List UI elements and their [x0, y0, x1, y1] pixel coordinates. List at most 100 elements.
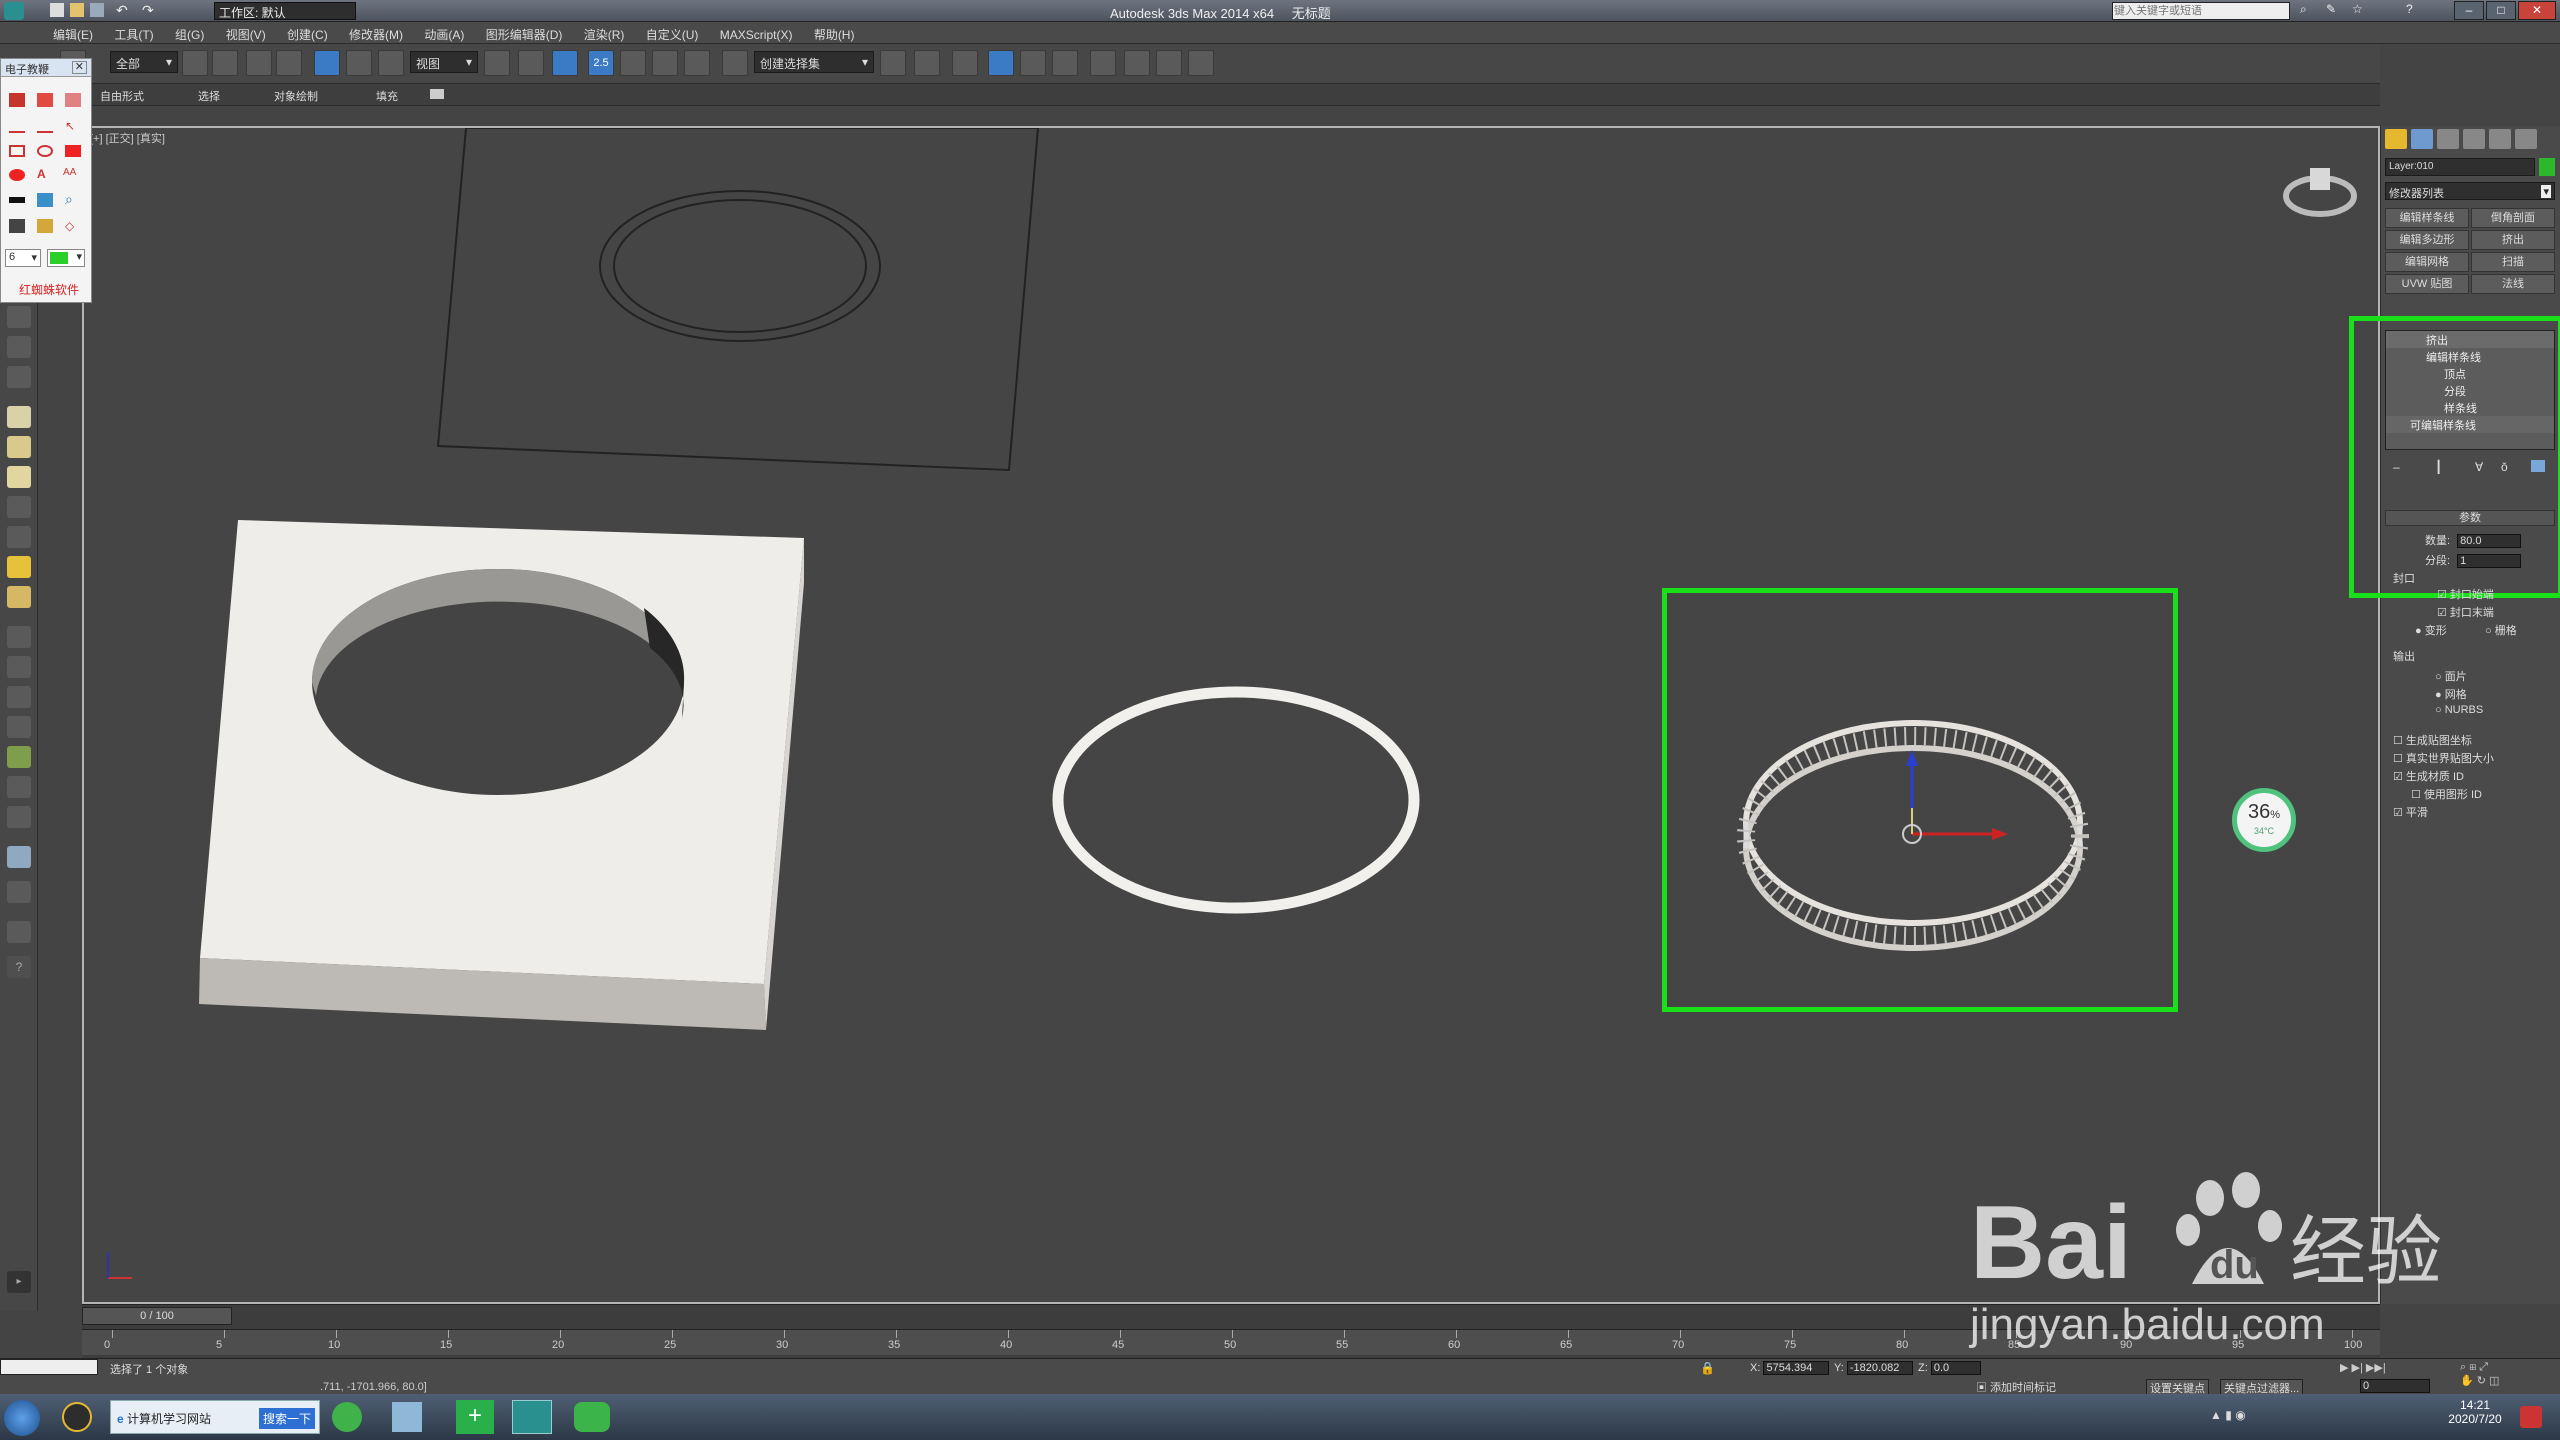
- x-field[interactable]: 5754.394: [1763, 1361, 1830, 1375]
- window-crossing-icon[interactable]: [276, 50, 302, 76]
- output-patch-radio[interactable]: ○ 面片: [2435, 668, 2467, 684]
- schematic-view-icon[interactable]: [1052, 50, 1078, 76]
- notification-icon[interactable]: [2520, 1406, 2542, 1428]
- manipulate-icon[interactable]: [518, 50, 544, 76]
- mod-btn-edit-mesh[interactable]: 编辑网格: [2385, 252, 2469, 272]
- angle-snap-icon[interactable]: [620, 50, 646, 76]
- sphere-icon[interactable]: [7, 436, 31, 458]
- qq-icon[interactable]: [62, 1402, 92, 1432]
- cylinder-icon[interactable]: [7, 496, 31, 518]
- performance-monitor-widget[interactable]: 36% 34°C: [2232, 788, 2296, 852]
- pen-icon[interactable]: [9, 93, 25, 107]
- grid-icon[interactable]: [7, 881, 31, 903]
- ribbon-tab-selection[interactable]: 选择: [198, 88, 220, 104]
- save-icon[interactable]: [9, 219, 25, 233]
- spinner-snap-icon[interactable]: [684, 50, 710, 76]
- morph-radio[interactable]: ● 变形: [2415, 622, 2447, 638]
- mod-btn-edit-poly[interactable]: 编辑多边形: [2385, 230, 2469, 250]
- layer-manager-icon[interactable]: [952, 50, 978, 76]
- ribbon-tab-populate[interactable]: 填充: [376, 88, 398, 104]
- notepad-icon[interactable]: [392, 1402, 422, 1432]
- zoom-icon[interactable]: ⌕: [2460, 1361, 2466, 1373]
- 3dsmax-task-icon[interactable]: [512, 1400, 552, 1434]
- sun-icon[interactable]: [7, 306, 31, 328]
- geosphere-icon[interactable]: [7, 466, 31, 488]
- slash-line-icon[interactable]: [37, 119, 53, 133]
- cap-start-checkbox[interactable]: ☑ 封口始端: [2437, 586, 2494, 602]
- cap-end-checkbox[interactable]: ☑ 封口末端: [2437, 604, 2494, 620]
- hierarchy-tab-icon[interactable]: [2437, 129, 2459, 149]
- thin-ring-object[interactable]: [1052, 686, 1420, 914]
- eraser-icon[interactable]: [65, 93, 81, 107]
- mod-btn-sweep[interactable]: 扫描: [2471, 252, 2555, 272]
- binoculars-icon[interactable]: ⌕: [2300, 2, 2307, 17]
- help-icon[interactable]: ?: [2406, 2, 2413, 16]
- app-logo-icon[interactable]: [4, 2, 24, 20]
- question-icon[interactable]: ?: [7, 956, 31, 978]
- object-name-field[interactable]: Layer:010: [2385, 158, 2535, 176]
- select-object-icon[interactable]: [182, 50, 208, 76]
- expand-arrow-icon[interactable]: ▸: [7, 1271, 31, 1293]
- real-world-checkbox[interactable]: ☐ 真实世界贴图大小: [2393, 750, 2494, 766]
- orbit-icon[interactable]: ↻: [2477, 1375, 2486, 1387]
- maxscript-listener[interactable]: [0, 1359, 98, 1375]
- mod-btn-uvw-map[interactable]: UVW 贴图: [2385, 274, 2469, 294]
- hair-icon[interactable]: [7, 776, 31, 798]
- smooth-checkbox[interactable]: ☑ 平滑: [2393, 804, 2428, 820]
- mod-btn-edit-spline[interactable]: 编辑样条线: [2385, 208, 2469, 228]
- current-frame-field[interactable]: 0: [2360, 1379, 2430, 1393]
- mod-btn-normal[interactable]: 法线: [2471, 274, 2555, 294]
- minimize-button[interactable]: –: [2454, 1, 2484, 20]
- arrow-icon[interactable]: ↖: [65, 119, 81, 133]
- perspective-viewport[interactable]: [+] [正交] [真实] 36% 34°C: [82, 126, 2380, 1304]
- mirror-icon[interactable]: [880, 50, 906, 76]
- workspace-dropdown[interactable]: 工作区: 默认: [214, 2, 356, 20]
- start-button[interactable]: [4, 1400, 40, 1436]
- time-slider[interactable]: 0 / 100: [82, 1307, 232, 1325]
- line-width-icon[interactable]: [9, 197, 25, 203]
- eraser-all-icon[interactable]: ◇: [65, 219, 81, 233]
- rectangle-fill-icon[interactable]: [65, 145, 81, 157]
- viewcube-icon[interactable]: [2283, 168, 2357, 217]
- select-and-move-icon[interactable]: [314, 50, 340, 76]
- pivot-center-icon[interactable]: [484, 50, 510, 76]
- y-field[interactable]: -1820.082: [1846, 1361, 1913, 1375]
- modify-tab-icon[interactable]: [2411, 129, 2433, 149]
- select-and-scale-icon[interactable]: [378, 50, 404, 76]
- end-frame-icon[interactable]: ▶▶|: [2366, 1362, 2386, 1374]
- reference-plane-object[interactable]: [436, 128, 1040, 472]
- tools-icon[interactable]: ✎: [2326, 2, 2336, 16]
- helper-icon[interactable]: [7, 366, 31, 388]
- material-editor-icon[interactable]: [1090, 50, 1116, 76]
- ribbon-toggle-icon[interactable]: [430, 89, 444, 99]
- camera-icon[interactable]: [7, 336, 31, 358]
- zoom-all-icon[interactable]: ⊞: [2469, 1361, 2476, 1373]
- amount-input[interactable]: 80.0: [2457, 534, 2522, 548]
- select-by-name-icon[interactable]: [212, 50, 238, 76]
- material-ball-icon[interactable]: [7, 846, 31, 868]
- marker-icon[interactable]: [37, 93, 53, 107]
- edit-named-selection-icon[interactable]: [722, 50, 748, 76]
- gen-map-coords-checkbox[interactable]: ☐ 生成贴图坐标: [2393, 732, 2472, 748]
- world-icon[interactable]: [7, 716, 31, 738]
- close-button[interactable]: ✕: [2518, 1, 2556, 20]
- layers-icon[interactable]: [7, 921, 31, 943]
- track-bar[interactable]: 0 5 10 15 20 25 30 35 40 45 50 55 60 65 70 75 80 85 90 95 10…: [82, 1329, 2380, 1355]
- color-select[interactable]: ▾: [47, 249, 85, 267]
- render-production-icon[interactable]: [1188, 50, 1214, 76]
- display-tab-icon[interactable]: [2489, 129, 2511, 149]
- curve-editor-icon[interactable]: [1020, 50, 1046, 76]
- align-icon[interactable]: [914, 50, 940, 76]
- star-icon[interactable]: ☆: [2352, 2, 2363, 16]
- fov-icon[interactable]: ◫: [2489, 1375, 2499, 1387]
- ribbon-tab-object-paint[interactable]: 对象绘制: [274, 88, 318, 104]
- percent-snap-icon[interactable]: [652, 50, 678, 76]
- tree-icon[interactable]: [7, 746, 31, 768]
- box-with-hole-object[interactable]: [199, 520, 804, 1030]
- output-mesh-radio[interactable]: ● 网格: [2435, 686, 2467, 702]
- rectangle-outline-icon[interactable]: [9, 145, 25, 157]
- graphite-ribbon-icon[interactable]: [988, 50, 1014, 76]
- ie-search-button[interactable]: 搜索一下: [258, 1408, 315, 1429]
- add-time-tag-button[interactable]: ▣ 添加时间标记: [1976, 1379, 2056, 1395]
- redo-icon[interactable]: ↷: [142, 3, 154, 17]
